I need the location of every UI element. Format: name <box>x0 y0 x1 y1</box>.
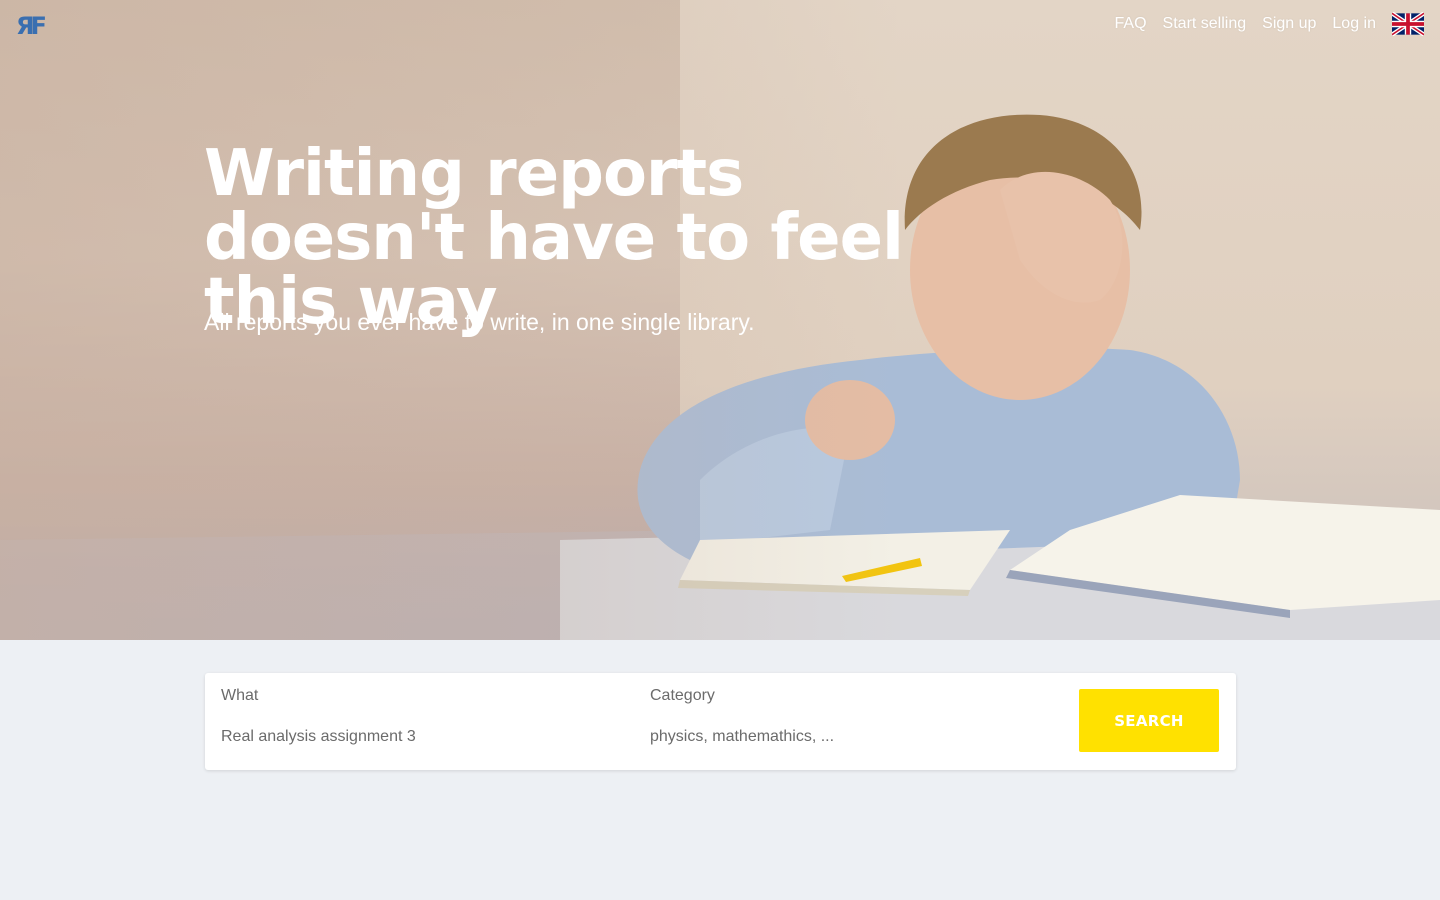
what-input[interactable] <box>221 725 621 749</box>
uk-flag-icon[interactable] <box>1392 12 1424 36</box>
category-label: Category <box>650 687 715 704</box>
nav-sign-up-link[interactable]: Sign up <box>1262 15 1316 33</box>
top-nav: FAQ Start selling Sign up Log in <box>1115 10 1424 38</box>
search-panel: What Category SEARCH <box>205 673 1236 770</box>
search-button[interactable]: SEARCH <box>1079 689 1219 752</box>
hero-section: ЯF FAQ Start selling Sign up Log in Writ… <box>0 0 1440 640</box>
logo-text: ЯF <box>16 12 45 38</box>
category-input[interactable] <box>650 725 1050 749</box>
brand-logo[interactable]: ЯF <box>16 12 52 38</box>
what-label: What <box>221 687 259 704</box>
nav-log-in-link[interactable]: Log in <box>1332 15 1376 33</box>
nav-faq-link[interactable]: FAQ <box>1115 15 1147 33</box>
what-field-group: What <box>221 673 631 770</box>
nav-start-selling-link[interactable]: Start selling <box>1163 15 1247 33</box>
hero-subtitle: All reports you ever have to write, in o… <box>204 309 755 335</box>
category-field-group: Category <box>650 673 1060 770</box>
